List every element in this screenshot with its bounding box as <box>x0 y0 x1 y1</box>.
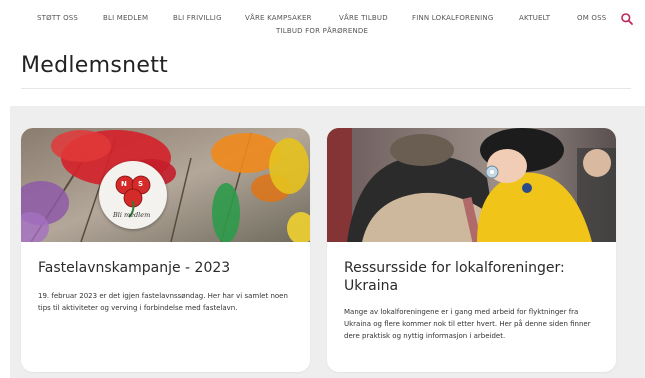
card-description: Mange av lokalforeningene er i gang med … <box>344 308 591 340</box>
nav-item-finn-lokalforening[interactable]: FINN LOKALFORENING <box>412 14 494 22</box>
badge-letter-s: S <box>138 180 144 188</box>
main-navigation: STØTT OSS BLI MEDLEM BLI FRIVILLIG VÅRE … <box>0 0 645 44</box>
nav-item-vare-kampsaker[interactable]: VÅRE KAMPSAKER <box>245 14 312 22</box>
article-card-ukraina[interactable]: Ressursside for lokalforeninger: Ukraina… <box>327 128 616 372</box>
bli-medlem-badge: N S Bli medlem <box>99 161 167 229</box>
page-title: Medlemsnett <box>21 53 169 78</box>
search-icon[interactable] <box>620 11 634 25</box>
nav-item-tilbud-for-parorende[interactable]: TILBUD FOR PÅRØRENDE <box>276 27 368 35</box>
article-card-fastelavn[interactable]: N S Bli medlem Fastelavnskampanje - 2023… <box>21 128 310 372</box>
card-title[interactable]: Fastelavnskampanje - 2023 <box>38 259 298 277</box>
ukraina-child-image <box>327 128 616 242</box>
badge-letter-n: N <box>121 180 127 188</box>
nav-item-om-oss[interactable]: OM OSS <box>577 14 606 22</box>
badge-label: Bli medlem <box>113 211 151 219</box>
card-title[interactable]: Ressursside for lokalforeninger: Ukraina <box>344 259 604 295</box>
nav-item-vare-tilbud[interactable]: VÅRE TILBUD <box>339 14 388 22</box>
title-divider <box>21 88 631 89</box>
card-description: 19. februar 2023 er det igjen fastelavns… <box>38 292 288 312</box>
nav-item-bli-frivillig[interactable]: BLI FRIVILLIG <box>173 14 222 22</box>
nav-item-stott-oss[interactable]: STØTT OSS <box>37 14 78 22</box>
nav-item-bli-medlem[interactable]: BLI MEDLEM <box>103 14 148 22</box>
nav-item-aktuelt[interactable]: AKTUELT <box>519 14 550 22</box>
